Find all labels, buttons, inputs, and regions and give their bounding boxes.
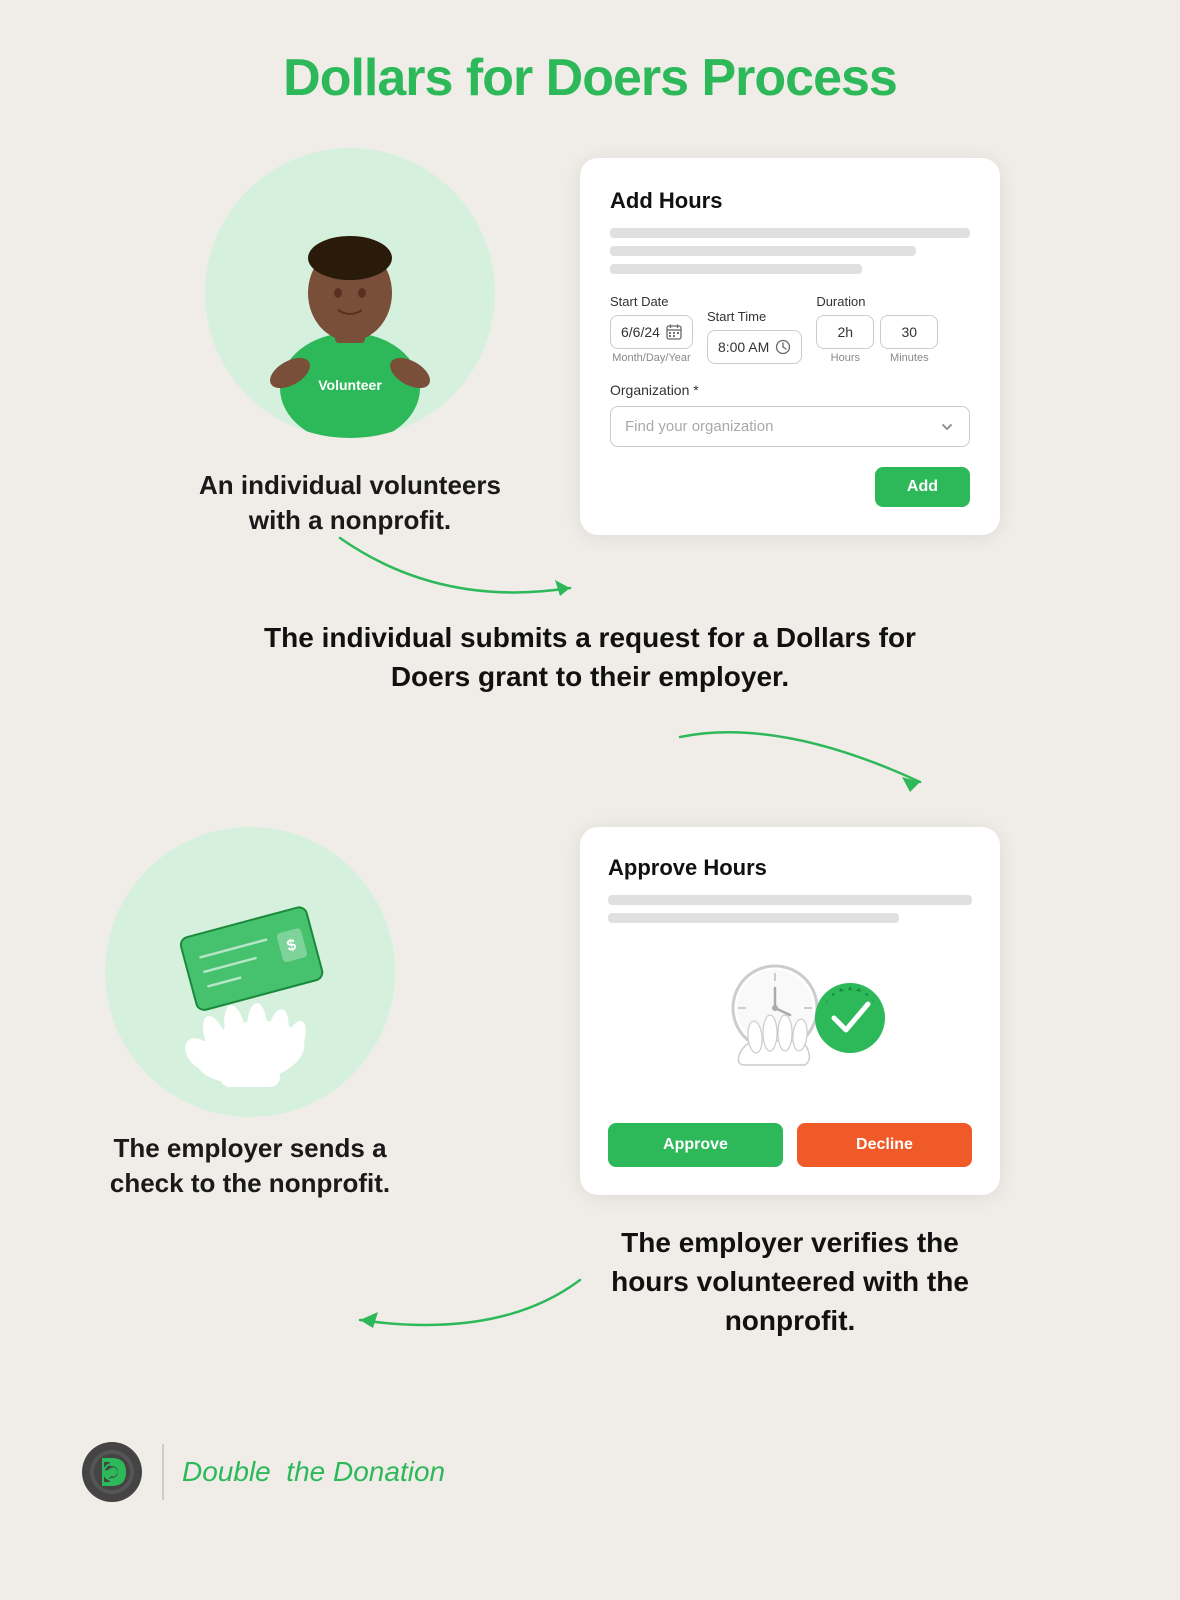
logo-text-end: Donation [333, 1456, 445, 1487]
logo-text-main: Double [182, 1456, 271, 1487]
chevron-down-icon [939, 419, 955, 435]
step2-left: $ The employer s [80, 827, 420, 1201]
arrow1-svg [260, 528, 660, 628]
logo-icon [80, 1440, 144, 1504]
volunteer-illustration: Volunteer [205, 148, 495, 438]
step1-section: Volunteer An individual volunteers with … [0, 148, 1180, 538]
arrow1-area [80, 558, 1100, 618]
hours-label: Hours [831, 352, 860, 364]
approve-line-1 [608, 895, 972, 905]
approve-card: Approve Hours [580, 827, 1000, 1195]
org-placeholder: Find your organization [625, 418, 773, 435]
card-title: Add Hours [610, 188, 970, 214]
start-date-input[interactable]: 6/6/24 [610, 315, 693, 349]
org-section: Organization * Find your organization [610, 382, 970, 447]
step1-bottom-text-area: The individual submits a request for a D… [0, 618, 1180, 696]
text-line-1 [610, 228, 970, 238]
decline-button[interactable]: Decline [797, 1123, 972, 1167]
approve-line-2 [608, 913, 899, 923]
arrow2-area [0, 747, 1100, 797]
start-time-label: Start Time [707, 309, 802, 324]
logo-text: Double the Donation [182, 1456, 445, 1488]
duration-group: Duration 2h Hours 30 Minutes [816, 294, 938, 364]
logo-text-italic: the [286, 1456, 325, 1487]
approve-text-lines [608, 895, 972, 923]
svg-text:Volunteer: Volunteer [318, 377, 382, 393]
start-time-value: 8:00 AM [718, 339, 769, 355]
org-label: Organization * [610, 382, 970, 398]
hours-col: 2h Hours [816, 315, 874, 364]
step1-left: Volunteer An individual volunteers with … [180, 148, 520, 538]
org-dropdown[interactable]: Find your organization [610, 406, 970, 447]
money-svg: $ [120, 842, 380, 1102]
form-row-datetime: Start Date 6/6/24 Month/D [610, 294, 970, 364]
add-button[interactable]: Add [875, 467, 970, 507]
start-time-group: Start Time 8:00 AM [707, 309, 802, 364]
approve-button[interactable]: Approve [608, 1123, 783, 1167]
text-line-3 [610, 264, 862, 274]
minutes-input[interactable]: 30 [880, 315, 938, 349]
start-date-value: 6/6/24 [621, 324, 660, 340]
clock-icon [775, 339, 791, 355]
step2-caption-left: The employer sends a check to the nonpro… [80, 1131, 420, 1201]
footer: Double the Donation [0, 1410, 1180, 1544]
logo-divider [162, 1444, 164, 1500]
arrow3-area [80, 1340, 1100, 1370]
approve-card-title: Approve Hours [608, 855, 972, 881]
duration-label: Duration [816, 294, 938, 309]
page-title: Dollars for Doers Process [0, 0, 1180, 148]
approve-svg [680, 953, 900, 1093]
volunteer-svg: Volunteer [250, 158, 450, 438]
card-text-lines [610, 228, 970, 274]
calendar-icon [666, 324, 682, 340]
start-time-input[interactable]: 8:00 AM [707, 330, 802, 364]
arrow2-svg [630, 727, 980, 807]
text-line-2 [610, 246, 916, 256]
add-hours-card: Add Hours Start Date 6/6/24 [580, 158, 1000, 535]
start-date-group: Start Date 6/6/24 Month/D [610, 294, 693, 364]
start-date-label: Start Date [610, 294, 693, 309]
arrow3-svg [240, 1260, 740, 1330]
minutes-value: 30 [902, 324, 918, 340]
hours-value: 2h [838, 324, 854, 340]
minutes-label: Minutes [890, 352, 929, 364]
start-date-hint: Month/Day/Year [610, 352, 693, 364]
hours-input[interactable]: 2h [816, 315, 874, 349]
step1-bottom-text: The individual submits a request for a D… [260, 618, 920, 696]
minutes-col: 30 Minutes [880, 315, 938, 364]
approve-illustration [608, 953, 972, 1093]
duration-inputs: 2h Hours 30 Minutes [816, 315, 938, 364]
logo-area: Double the Donation [80, 1440, 445, 1504]
money-illustration: $ [105, 827, 395, 1117]
approve-buttons: Approve Decline [608, 1123, 972, 1167]
